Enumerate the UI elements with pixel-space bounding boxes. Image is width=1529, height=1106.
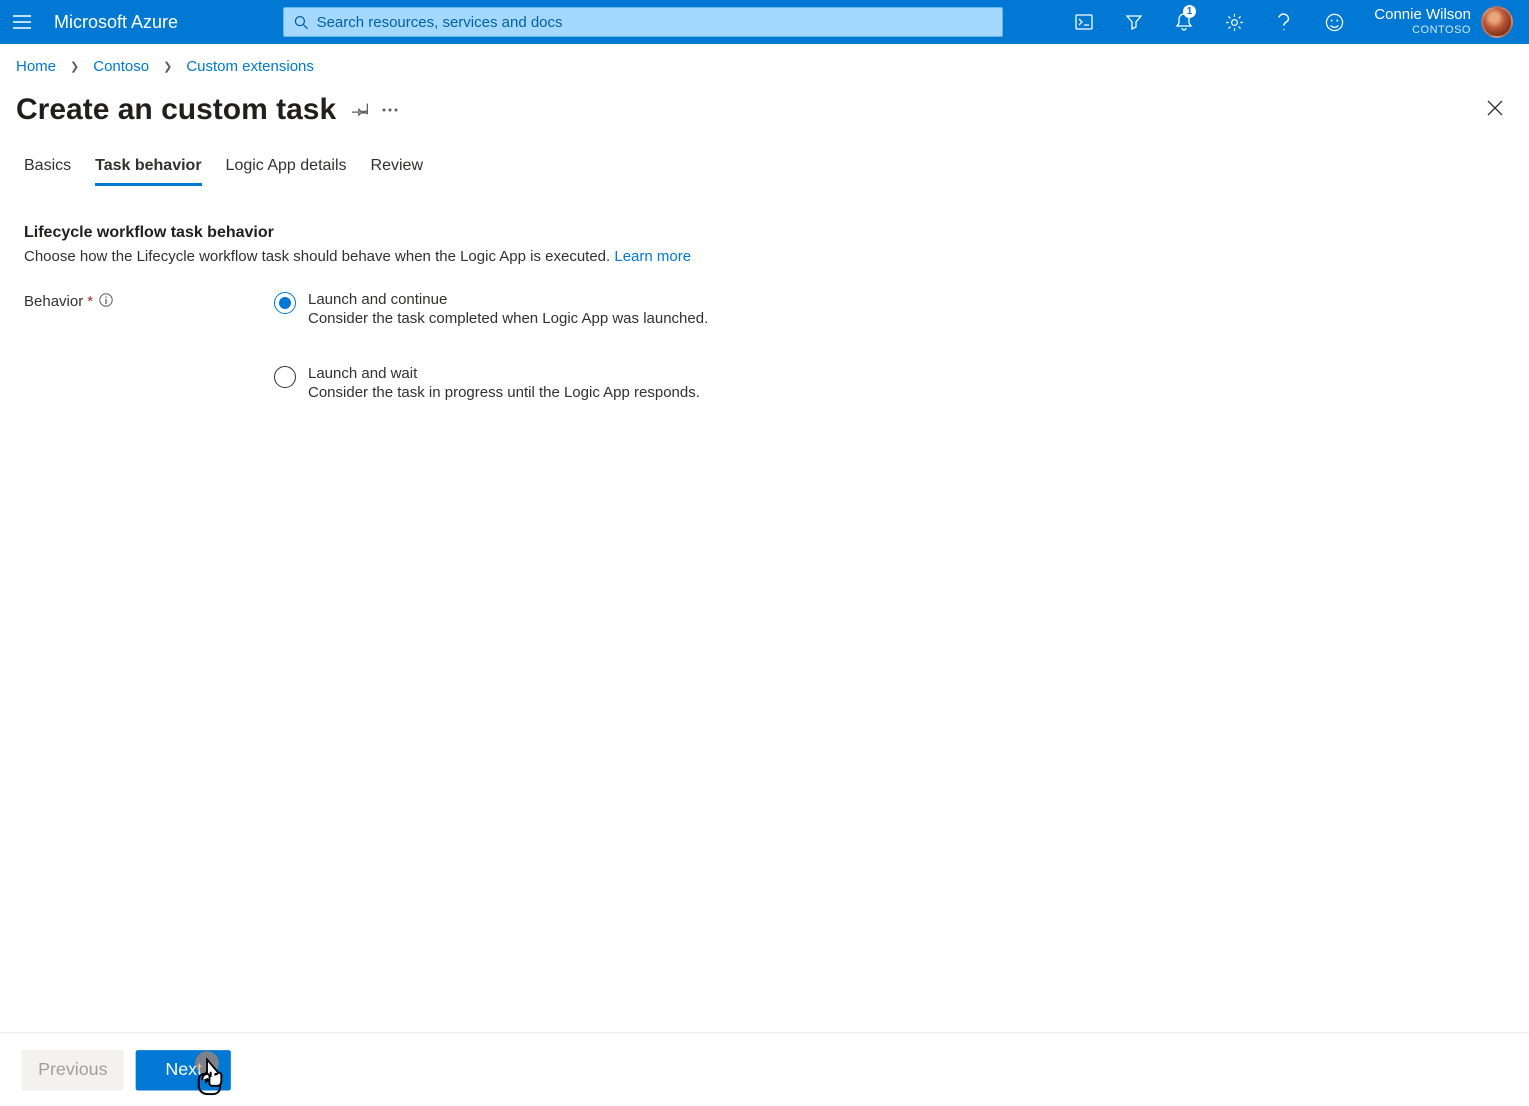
next-button[interactable]: Next <box>136 1049 231 1089</box>
gear-icon <box>1225 13 1244 32</box>
pin-icon <box>352 101 370 119</box>
ellipsis-icon <box>382 108 398 112</box>
brand-text: Microsoft Azure <box>54 12 178 33</box>
radio-launch-continue[interactable]: Launch and continue Consider the task co… <box>274 291 708 327</box>
crumb-contoso[interactable]: Contoso <box>93 58 149 75</box>
page-title: Create an custom task <box>16 93 336 127</box>
cloud-shell-button[interactable] <box>1060 0 1108 44</box>
behavior-radio-group: Launch and continue Consider the task co… <box>274 291 708 401</box>
radio-description: Consider the task completed when Logic A… <box>308 310 708 327</box>
section-heading: Lifecycle workflow task behavior <box>24 224 1505 242</box>
tenant-name: CONTOSO <box>1374 24 1471 37</box>
radio-label: Launch and continue <box>308 291 708 308</box>
section-description: Choose how the Lifecycle workflow task s… <box>24 248 1505 265</box>
tab-logic-app-details[interactable]: Logic App details <box>226 151 347 186</box>
info-tooltip[interactable] <box>99 293 113 311</box>
global-search[interactable] <box>283 7 1003 37</box>
close-blade-button[interactable] <box>1485 98 1505 123</box>
help-icon <box>1278 12 1290 32</box>
radio-label: Launch and wait <box>308 365 700 382</box>
pin-button[interactable] <box>352 101 370 119</box>
wizard-footer: Previous Next <box>0 1032 1529 1106</box>
notification-badge: 1 <box>1183 5 1197 18</box>
crumb-custom-extensions[interactable]: Custom extensions <box>186 58 314 75</box>
radio-indicator <box>274 292 296 314</box>
notifications-button[interactable]: 1 <box>1160 0 1208 44</box>
radio-indicator <box>274 366 296 388</box>
more-button[interactable] <box>382 108 398 112</box>
settings-button[interactable] <box>1210 0 1258 44</box>
menu-toggle[interactable] <box>0 0 44 44</box>
title-bar: Create an custom task <box>0 89 1529 151</box>
behavior-label: Behavior * <box>24 291 274 401</box>
search-icon <box>294 15 309 30</box>
chevron-right-icon: ❯ <box>70 60 79 73</box>
tab-review[interactable]: Review <box>371 151 423 186</box>
filter-button[interactable] <box>1110 0 1158 44</box>
crumb-home[interactable]: Home <box>16 58 56 75</box>
chevron-right-icon: ❯ <box>163 60 172 73</box>
feedback-button[interactable] <box>1310 0 1358 44</box>
previous-button[interactable]: Previous <box>21 1049 124 1089</box>
hamburger-icon <box>13 15 31 29</box>
tab-strip: Basics Task behavior Logic App details R… <box>0 151 1529 186</box>
search-input[interactable] <box>317 14 992 31</box>
filter-icon <box>1125 13 1143 31</box>
avatar[interactable] <box>1481 6 1513 38</box>
tab-task-behavior[interactable]: Task behavior <box>95 151 201 186</box>
user-name: Connie Wilson <box>1374 6 1471 24</box>
tab-basics[interactable]: Basics <box>24 151 71 186</box>
header-actions: 1 <box>1060 0 1358 44</box>
feedback-icon <box>1325 13 1344 32</box>
radio-description: Consider the task in progress until the … <box>308 384 700 401</box>
radio-launch-wait[interactable]: Launch and wait Consider the task in pro… <box>274 365 708 401</box>
close-icon <box>1485 98 1505 118</box>
form-content: Lifecycle workflow task behavior Choose … <box>0 186 1529 439</box>
account-info[interactable]: Connie Wilson CONTOSO <box>1374 6 1471 37</box>
cloud-shell-icon <box>1075 14 1093 30</box>
learn-more-link[interactable]: Learn more <box>614 248 691 265</box>
required-indicator: * <box>87 293 93 310</box>
info-icon <box>99 293 113 307</box>
azure-header: Microsoft Azure 1 Connie Wilson CONTOSO <box>0 0 1529 44</box>
help-button[interactable] <box>1260 0 1308 44</box>
breadcrumb: Home ❯ Contoso ❯ Custom extensions <box>0 44 1529 89</box>
